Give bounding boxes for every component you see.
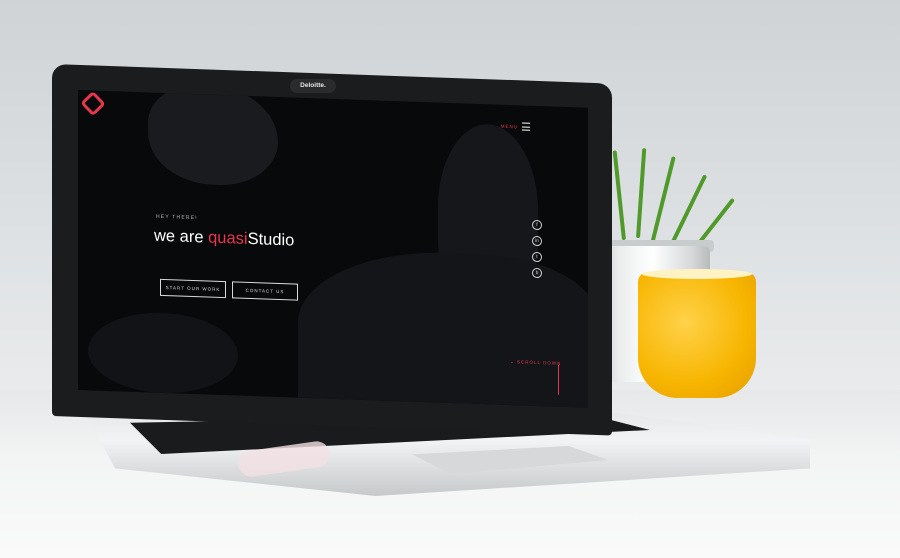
laptop-screen: MENU HEY THERE! we are quasiStudio START… — [78, 90, 588, 408]
headline-prefix: we are — [154, 226, 209, 247]
desk-scene: Deloitte. MENU HEY THERE! we are quasiSt… — [0, 0, 900, 558]
social-links: f in t b — [532, 219, 542, 279]
headline-accent: quasi — [208, 228, 248, 248]
cup-rim — [642, 269, 752, 279]
scroll-down-label: SCROLL DOWN — [517, 359, 562, 366]
hamburger-icon — [522, 122, 530, 131]
hero-headline: we are quasiStudio — [154, 227, 294, 251]
menu-toggle[interactable]: MENU — [501, 122, 530, 131]
webcam-brand: Deloitte. — [290, 79, 336, 93]
headline-suffix: Studio — [247, 229, 295, 250]
menu-label: MENU — [500, 123, 518, 129]
bg-illustration-3 — [298, 247, 588, 408]
greeting-text: HEY THERE! — [156, 213, 198, 222]
twitter-icon[interactable]: t — [532, 251, 542, 263]
contact-us-button[interactable]: CONTACT US — [232, 281, 298, 301]
chevron-down-icon: ⌄ — [510, 359, 518, 365]
facebook-icon[interactable]: f — [532, 219, 542, 231]
scroll-line — [558, 364, 559, 395]
linkedin-icon[interactable]: in — [532, 235, 542, 247]
bg-illustration-4 — [88, 310, 238, 396]
yellow-cup — [638, 272, 756, 398]
quasi-logo-icon[interactable] — [80, 90, 106, 117]
start-our-work-button[interactable]: START OUR WORK — [160, 278, 226, 299]
behance-icon[interactable]: b — [532, 267, 542, 279]
bg-illustration-1 — [148, 90, 278, 187]
